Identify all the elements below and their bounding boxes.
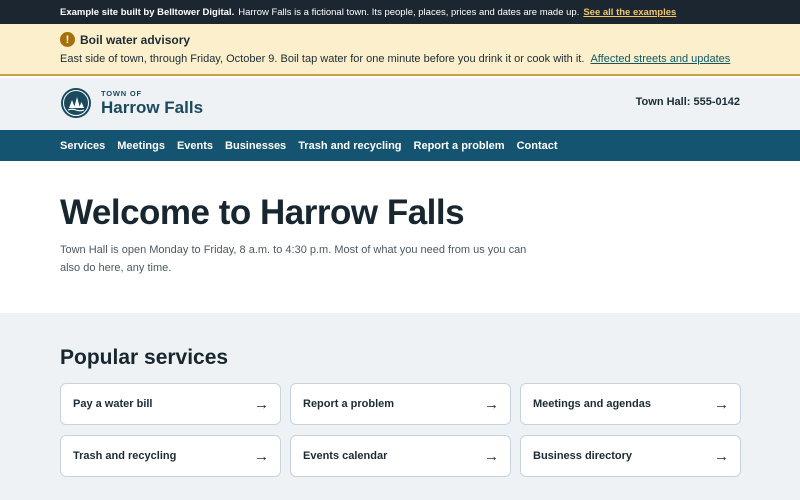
logo-town-name: Harrow Falls [101,97,204,117]
services-heading: Popular services [60,346,229,369]
affected-streets-link[interactable]: Affected streets and updates [590,53,730,65]
nav-services[interactable]: Services [60,140,105,152]
hero-intro: Town Hall is open Monday to Friday, 8 a.… [60,244,527,274]
popular-services-section: Popular services Pay a water bill → Repo… [0,313,800,500]
service-card-label: Meetings and agendas [533,398,651,410]
service-card-label: Business directory [533,450,633,462]
town-seal-icon [61,88,91,118]
town-hall-phone: Town Hall: 555-0142 [635,96,740,108]
arrow-right-icon: → [714,395,729,413]
service-card-trash-recycling[interactable]: Trash and recycling → [60,435,281,477]
service-card-business-directory[interactable]: Business directory → [520,435,741,477]
arrow-right-icon: → [484,447,499,465]
page-title: Welcome to Harrow Falls [60,193,465,232]
nav-events[interactable]: Events [177,140,213,152]
boil-water-advisory: ! Boil water advisory East side of town,… [0,24,800,76]
arrow-right-icon: → [714,447,729,465]
demo-notice-bar: Example site built by Belltower Digital.… [0,0,800,24]
service-card-report-problem[interactable]: Report a problem → [290,383,511,425]
demo-description: Harrow Falls is a fictional town. Its pe… [238,6,580,18]
service-card-pay-water-bill[interactable]: Pay a water bill → [60,383,281,425]
nav-meetings[interactable]: Meetings [117,140,165,152]
service-card-label: Pay a water bill [73,398,153,410]
site-header: TOWN OF Harrow Falls Town Hall: 555-0142 [0,78,800,130]
nav-businesses[interactable]: Businesses [225,140,286,152]
advisory-body: East side of town, through Friday, Octob… [60,53,730,65]
see-examples-link[interactable]: See all the examples [583,7,676,18]
advisory-header: ! Boil water advisory [60,32,190,47]
service-card-label: Events calendar [303,450,388,462]
service-card-meetings-agendas[interactable]: Meetings and agendas → [520,383,741,425]
nav-contact[interactable]: Contact [517,140,558,152]
arrow-right-icon: → [254,395,269,413]
service-card-events-calendar[interactable]: Events calendar → [290,435,511,477]
service-card-label: Report a problem [303,398,395,410]
hero-section: Welcome to Harrow Falls Town Hall is ope… [0,161,800,313]
advisory-title: Boil water advisory [80,32,191,47]
nav-report-problem[interactable]: Report a problem [414,140,505,152]
logo-town-of: TOWN OF [101,88,142,98]
services-grid: Pay a water bill → Report a problem → Me… [60,383,741,477]
nav-trash-recycling[interactable]: Trash and recycling [298,140,401,152]
advisory-text: East side of town, through Friday, Octob… [60,53,585,65]
service-card-label: Trash and recycling [73,450,177,462]
town-logo-link[interactable]: TOWN OF Harrow Falls [60,87,203,119]
arrow-right-icon: → [484,395,499,413]
main-nav: Services Meetings Events Businesses Tras… [0,130,800,161]
exclamation-icon: ! [60,32,75,47]
demo-brand-text: Example site built by Belltower Digital. [60,6,235,18]
arrow-right-icon: → [254,447,269,465]
